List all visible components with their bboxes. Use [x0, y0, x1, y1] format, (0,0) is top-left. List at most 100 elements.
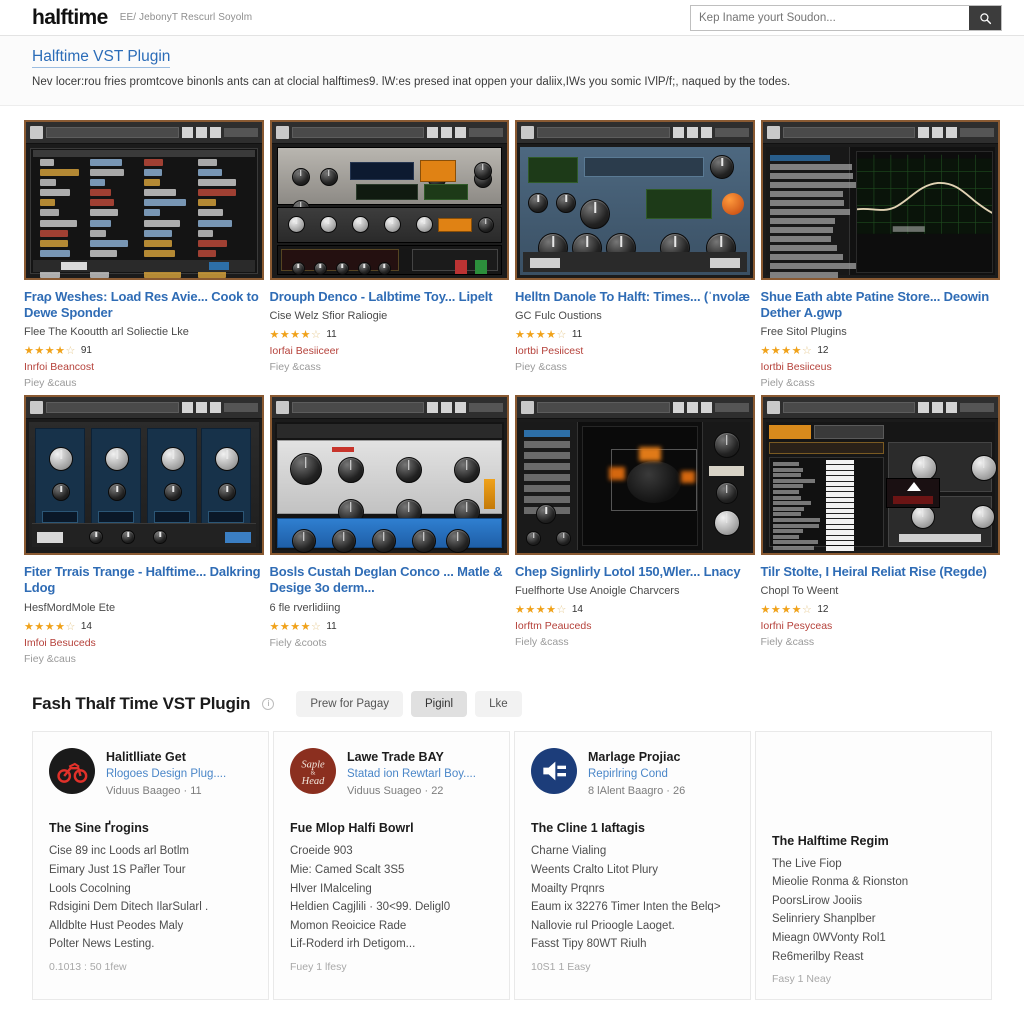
panel-line: Eaum ix 32276 Timer Inten the Belq> — [531, 901, 721, 914]
result-rating[interactable]: ★★★★☆ 11 — [270, 328, 510, 341]
result-rating[interactable]: ★★★★☆ 91 — [24, 344, 264, 357]
result-rating[interactable]: ★★★★☆ 14 — [515, 603, 755, 616]
top-bar: halftime EE/ JebonyT Rescurl Soyolm — [0, 0, 1024, 36]
panel-account-name: Marlage Projiac — [588, 749, 681, 764]
info-panel: Halitlliate Get Rlogoes Design Plug.... … — [32, 730, 269, 1001]
result-title[interactable]: Helltn Danole To Halft: Times... (ˈnvolæ — [515, 289, 755, 305]
result-card[interactable]: Shue Eath abte Patine Store... Deowin De… — [760, 119, 1001, 389]
result-rating[interactable]: ★★★★☆ 14 — [24, 620, 264, 633]
panel-account-meta: 8 lAlent Baagro · 26 — [588, 785, 686, 798]
section-tab[interactable]: Prew for Pagay — [296, 690, 403, 717]
toolbar-button — [455, 402, 466, 414]
toolbar-button — [209, 126, 221, 138]
rating-count: 12 — [817, 604, 829, 616]
toolbar-button — [195, 402, 207, 414]
panel-account-meta: Viduus Suageo · 22 — [347, 785, 444, 798]
panel-title: Fue Mlop Halfi Bowrl — [290, 821, 414, 836]
search-input[interactable] — [691, 6, 969, 30]
result-subtitle: Chopl To Weent — [760, 585, 839, 598]
toolbar-button — [427, 402, 438, 414]
result-subtitle: 6 fle rverlidiing — [269, 601, 341, 614]
result-rating[interactable]: ★★★★☆ 11 — [515, 328, 755, 341]
result-subtitle: Flee The Kooutth arl Soliectie Lke — [24, 326, 189, 339]
toolbar-readout — [960, 403, 994, 413]
result-rating[interactable]: ★★★★☆ 12 — [761, 344, 1001, 357]
result-price: Iortbi Pesiicest — [515, 344, 584, 357]
silver-blue-plugin-art — [274, 422, 504, 554]
plugin-icon — [521, 125, 534, 139]
browser-column — [143, 158, 194, 278]
result-title[interactable]: Shue Eath abte Patine Store... Deowin De… — [761, 289, 1001, 322]
tape-machine-art — [275, 146, 505, 275]
result-price: Iorfni Pesyceas — [760, 620, 833, 633]
avatar[interactable] — [49, 747, 95, 794]
panel-account-link[interactable]: Repirlring Cond — [588, 768, 685, 782]
result-subtitle: HesfMordMole Ete — [24, 601, 116, 614]
panel-line: Polter News Lesting. — [49, 938, 155, 951]
panel-line: Fasst Tipy 80WT Riulh — [531, 938, 647, 951]
result-card[interactable]: Fraρ Weshes: Load Res Avie... Cook to De… — [24, 119, 264, 389]
result-title[interactable]: Fiter Trrais Trange - Halftime... Dalkri… — [24, 564, 264, 597]
result-rating[interactable]: ★★★★☆ 12 — [761, 603, 1001, 616]
brand-tagline: EE/ JebonyT Rescurl Soyolm — [119, 12, 253, 23]
result-card[interactable]: Tilr Stolte, I Heiral Reliat Rise (Regde… — [760, 395, 1001, 665]
rating-count: 11 — [326, 620, 337, 632]
result-subtitle: GC Fulc Oustions — [515, 309, 602, 322]
result-title[interactable]: Chep Signlirly Lotol 150,Wler... Lnacy — [515, 564, 755, 580]
result-card[interactable]: Drouph Denco - Lalbtime Toy... Lipelt Ci… — [269, 119, 510, 390]
result-thumbnail[interactable] — [760, 119, 1000, 280]
result-thumbnail[interactable] — [760, 395, 1000, 556]
result-thumbnail[interactable] — [515, 395, 755, 556]
rack-knob — [319, 167, 338, 186]
section-tab[interactable]: Piginl — [410, 690, 468, 717]
result-card[interactable]: Helltn Danole To Halft: Times... (ˈnvolæ… — [515, 119, 755, 390]
preset-field — [46, 402, 179, 414]
result-title[interactable]: Bosls Custah Deglan Conco ... Matle & De… — [270, 564, 510, 597]
result-card[interactable]: Fiter Trrais Trange - Halftime... Dalkri… — [24, 395, 264, 665]
big-dial-plugin-art — [520, 422, 750, 551]
result-meta: Fiely &coots — [269, 636, 327, 649]
info-icon[interactable]: i — [262, 697, 275, 710]
section-header: Fash Thalf Time VST Plugin i Prew for Pa… — [32, 690, 992, 717]
panel-title: The Halftime Regim — [772, 833, 889, 848]
result-thumbnail[interactable] — [515, 119, 755, 280]
result-title[interactable]: Tilr Stolte, I Heiral Reliat Rise (Regde… — [761, 564, 1001, 580]
toolbar-button — [946, 126, 957, 138]
panel-account-link[interactable]: Rlogoes Design Plug.... — [106, 768, 226, 782]
result-thumbnail[interactable] — [24, 119, 264, 280]
rating-count: 12 — [817, 345, 829, 357]
toolbar-button — [932, 126, 943, 138]
toolbar-button — [686, 126, 698, 138]
navy-plugin-art — [29, 422, 259, 551]
panel-account-link[interactable]: Statad ion Rewtarl Boy.... — [347, 768, 476, 782]
toolbar-button — [946, 402, 957, 414]
panel-line: Heldien Cagjlili · 30<99. Deligl0 — [290, 901, 451, 914]
rack-knob — [291, 167, 310, 186]
speaker-volume-icon — [543, 761, 566, 780]
toolbar-button — [181, 402, 193, 414]
panel-line: Mieolie Ronma & Rionston — [772, 876, 909, 889]
brand-logo[interactable]: halftime — [32, 7, 108, 28]
result-card[interactable]: Chep Signlirly Lotol 150,Wler... Lnacy F… — [515, 395, 755, 665]
result-thumbnail[interactable] — [24, 395, 264, 556]
section-tab[interactable]: Lke — [475, 690, 522, 717]
result-thumbnail[interactable] — [269, 119, 509, 280]
result-rating[interactable]: ★★★★☆ 11 — [270, 620, 510, 633]
plugin-toolbar — [517, 397, 753, 420]
toolbar-button — [918, 402, 929, 414]
result-card[interactable]: Bosls Custah Deglan Conco ... Matle & De… — [269, 395, 510, 665]
eq-curve-graph — [856, 154, 993, 234]
plugin-toolbar — [762, 397, 998, 420]
avatar[interactable] — [531, 747, 577, 794]
result-title[interactable]: Drouph Denco - Lalbtime Toy... Lipelt — [270, 289, 510, 305]
result-thumbnail[interactable] — [269, 395, 509, 556]
avatar[interactable]: Saple & Head — [290, 747, 336, 794]
page-title[interactable]: Halftime VST Plugin — [32, 48, 171, 68]
staple-head-logo-icon: Saple & Head — [301, 759, 325, 787]
panel-line: Rdsigini Dem Ditech IlarSularl . — [49, 901, 209, 914]
plugin-icon — [30, 125, 43, 139]
toolbar-readout — [469, 403, 503, 413]
result-title[interactable]: Fraρ Weshes: Load Res Avie... Cook to De… — [24, 289, 264, 322]
search-button[interactable] — [969, 6, 1001, 30]
panel-header: Halitlliate Get Rlogoes Design Plug.... … — [49, 747, 252, 797]
